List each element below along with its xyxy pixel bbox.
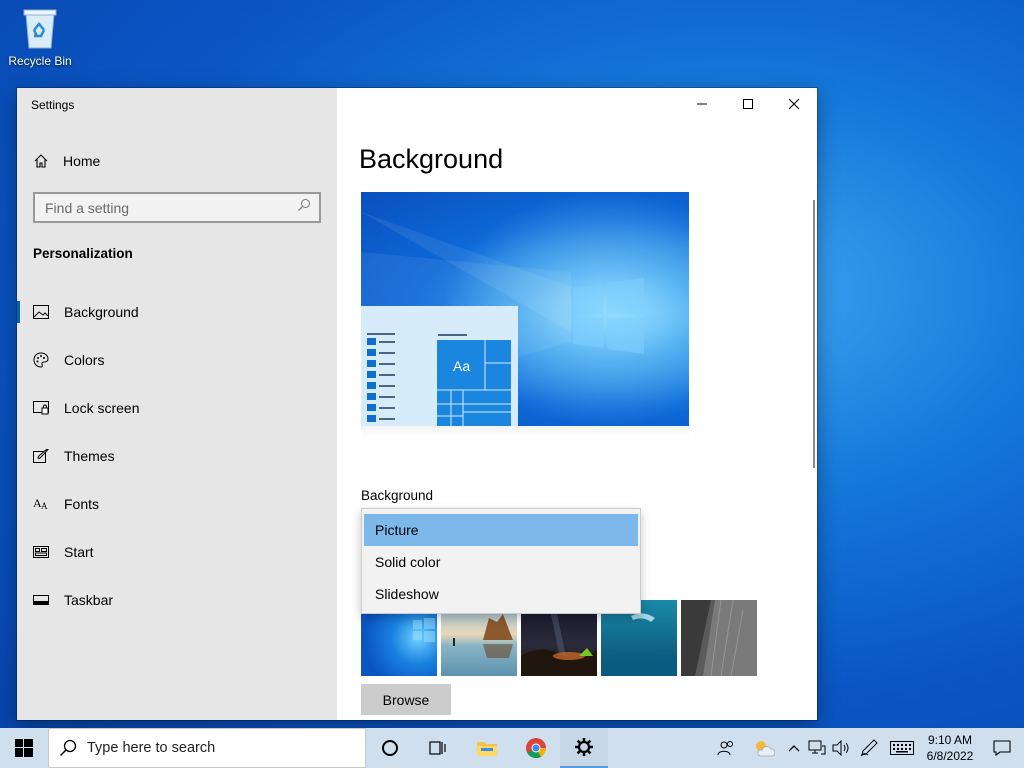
clock-date: 6/8/2022: [926, 749, 974, 763]
gear-icon: [575, 738, 593, 756]
background-page: Background Aa Background Picture Solid c…: [337, 88, 817, 720]
settings-sidebar: Settings Home Find a setting Personaliza…: [17, 88, 337, 720]
preview-stand: [361, 426, 689, 438]
people-icon: [717, 741, 733, 756]
settings-taskbar-button[interactable]: [560, 728, 608, 768]
window-title: Settings: [31, 98, 75, 112]
background-type-label: Background: [361, 488, 434, 503]
file-explorer-button[interactable]: [462, 728, 512, 768]
recycle-bin-icon: [20, 6, 60, 50]
network-icon: [808, 740, 826, 755]
lock-screen-icon: [33, 400, 49, 416]
palette-icon: [33, 352, 49, 368]
nav-item-colors[interactable]: Colors: [17, 336, 337, 384]
svg-text:A: A: [41, 501, 48, 511]
taskbar: Type here to search 9:10 AM 6/8/2022: [0, 728, 1024, 768]
nav-item-themes[interactable]: Themes: [17, 432, 337, 480]
brush-icon: [33, 448, 49, 464]
cortana-button[interactable]: [366, 728, 414, 768]
clock[interactable]: 9:10 AM 6/8/2022: [920, 728, 980, 768]
task-view-button[interactable]: [414, 728, 462, 768]
volume-button[interactable]: [828, 728, 854, 768]
chevron-up-icon: [788, 745, 800, 752]
nav-item-fonts[interactable]: AA Fonts: [17, 480, 337, 528]
scrollbar[interactable]: [813, 200, 815, 468]
taskbar-search-placeholder: Type here to search: [87, 740, 216, 756]
background-type-dropdown[interactable]: Picture Solid color Slideshow: [361, 508, 641, 614]
taskbar-search-box[interactable]: Type here to search: [48, 728, 366, 768]
touch-keyboard-button[interactable]: [884, 728, 920, 768]
nav-label-themes: Themes: [64, 448, 115, 464]
recycle-bin-label: Recycle Bin: [8, 54, 72, 68]
clock-time: 9:10 AM: [927, 733, 973, 747]
nav-item-start[interactable]: Start: [17, 528, 337, 576]
nav-label-lock-screen: Lock screen: [64, 400, 140, 416]
chrome-icon: [526, 738, 547, 759]
nav-label-taskbar: Taskbar: [64, 592, 114, 608]
taskbar-icon: [33, 592, 49, 608]
windows-start-icon: [15, 739, 33, 757]
notification-icon: [993, 740, 1011, 756]
keyboard-icon: [890, 741, 914, 755]
settings-window: Settings Home Find a setting Personaliza…: [17, 88, 817, 720]
nav-item-lock-screen[interactable]: Lock screen: [17, 384, 337, 432]
dropdown-option-slideshow[interactable]: Slideshow: [364, 578, 638, 610]
weather-sun-cloud-icon: [756, 741, 775, 757]
search-icon[interactable]: [297, 198, 311, 217]
search-placeholder[interactable]: Find a setting: [45, 200, 297, 216]
recycle-bin-shortcut[interactable]: Recycle Bin: [4, 6, 76, 68]
thumbnail-rock-cliff[interactable]: [681, 600, 757, 676]
show-hidden-icons-button[interactable]: [782, 728, 806, 768]
home-icon: [33, 153, 49, 169]
start-button[interactable]: [0, 728, 48, 768]
task-view-icon: [429, 741, 446, 755]
home-link[interactable]: Home: [33, 150, 100, 172]
action-center-button[interactable]: [980, 728, 1024, 768]
speaker-icon: [832, 740, 849, 756]
picture-icon: [33, 304, 49, 320]
search-icon: [59, 739, 77, 757]
people-button[interactable]: [706, 728, 746, 768]
nav-label-start: Start: [64, 544, 94, 560]
pen-icon: [860, 739, 878, 757]
dropdown-option-solid-color[interactable]: Solid color: [364, 546, 638, 578]
pen-workspace-button[interactable]: [854, 728, 884, 768]
folder-icon: [477, 742, 497, 756]
weather-button[interactable]: [746, 728, 782, 768]
home-label: Home: [63, 153, 101, 169]
personalization-nav: Background Colors Lock screen Themes A A…: [17, 288, 337, 624]
network-button[interactable]: [806, 728, 828, 768]
dropdown-option-picture[interactable]: Picture: [364, 514, 638, 546]
preview-tile-text: Aa: [453, 358, 471, 374]
nav-label-colors: Colors: [64, 352, 105, 368]
browse-button[interactable]: Browse: [361, 684, 451, 715]
nav-label-background: Background: [64, 304, 139, 320]
section-title: Personalization: [33, 246, 133, 261]
background-preview: Aa: [361, 192, 689, 426]
page-title: Background: [359, 144, 504, 174]
nav-item-background[interactable]: Background: [17, 288, 337, 336]
start-icon: [33, 544, 49, 560]
find-setting-search[interactable]: Find a setting: [33, 192, 321, 223]
nav-item-taskbar[interactable]: Taskbar: [17, 576, 337, 624]
nav-label-fonts: Fonts: [64, 496, 100, 512]
cortana-circle-icon: [382, 740, 398, 756]
chrome-button[interactable]: [512, 728, 560, 768]
font-icon: AA: [33, 496, 49, 512]
